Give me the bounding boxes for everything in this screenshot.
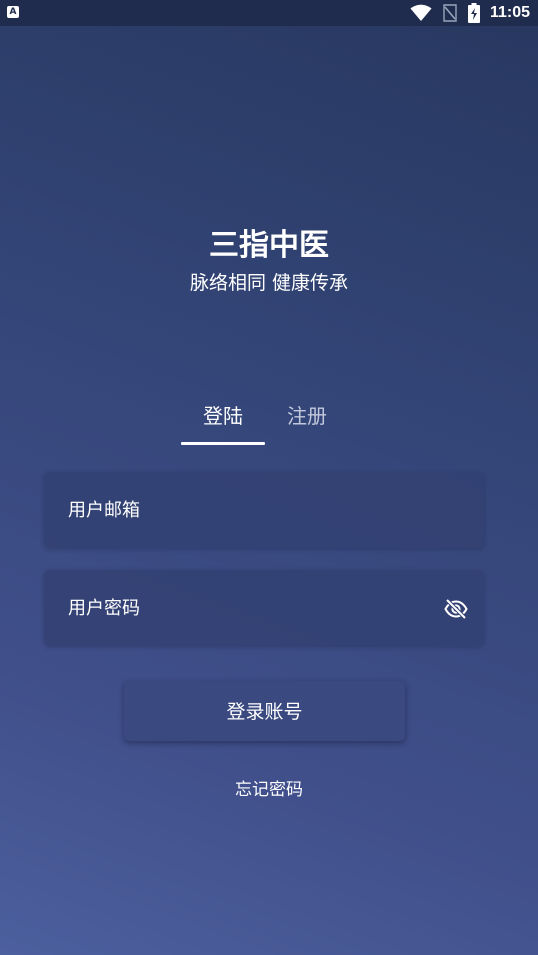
battery-charging-icon <box>467 3 480 23</box>
eye-off-icon[interactable] <box>444 597 468 621</box>
app-title: 三指中医 <box>209 228 329 263</box>
notification-a-icon: A <box>7 6 19 18</box>
status-bar: A 11:05 <box>0 0 538 26</box>
forgot-password-link[interactable]: 忘记密码 <box>235 780 303 800</box>
forgot-password-row: 忘记密码 <box>0 776 538 804</box>
auth-tabs: 登陆 注册 <box>160 396 360 448</box>
app-slogan: 脉络相同 健康传承 <box>189 272 349 294</box>
status-icons: 11:05 <box>410 3 530 23</box>
password-field[interactable]: 用户密码 <box>44 570 484 646</box>
wifi-icon <box>410 4 432 21</box>
login-button[interactable]: 登录账号 <box>124 681 405 741</box>
email-placeholder: 用户邮箱 <box>68 500 140 521</box>
tab-login[interactable]: 登陆 <box>181 396 265 436</box>
no-sim-icon <box>443 4 457 22</box>
clock-time: 11:05 <box>489 4 530 21</box>
email-field[interactable]: 用户邮箱 <box>44 472 484 548</box>
password-placeholder: 用户密码 <box>68 598 140 619</box>
active-tab-indicator <box>181 442 265 445</box>
tab-register[interactable]: 注册 <box>265 396 349 436</box>
